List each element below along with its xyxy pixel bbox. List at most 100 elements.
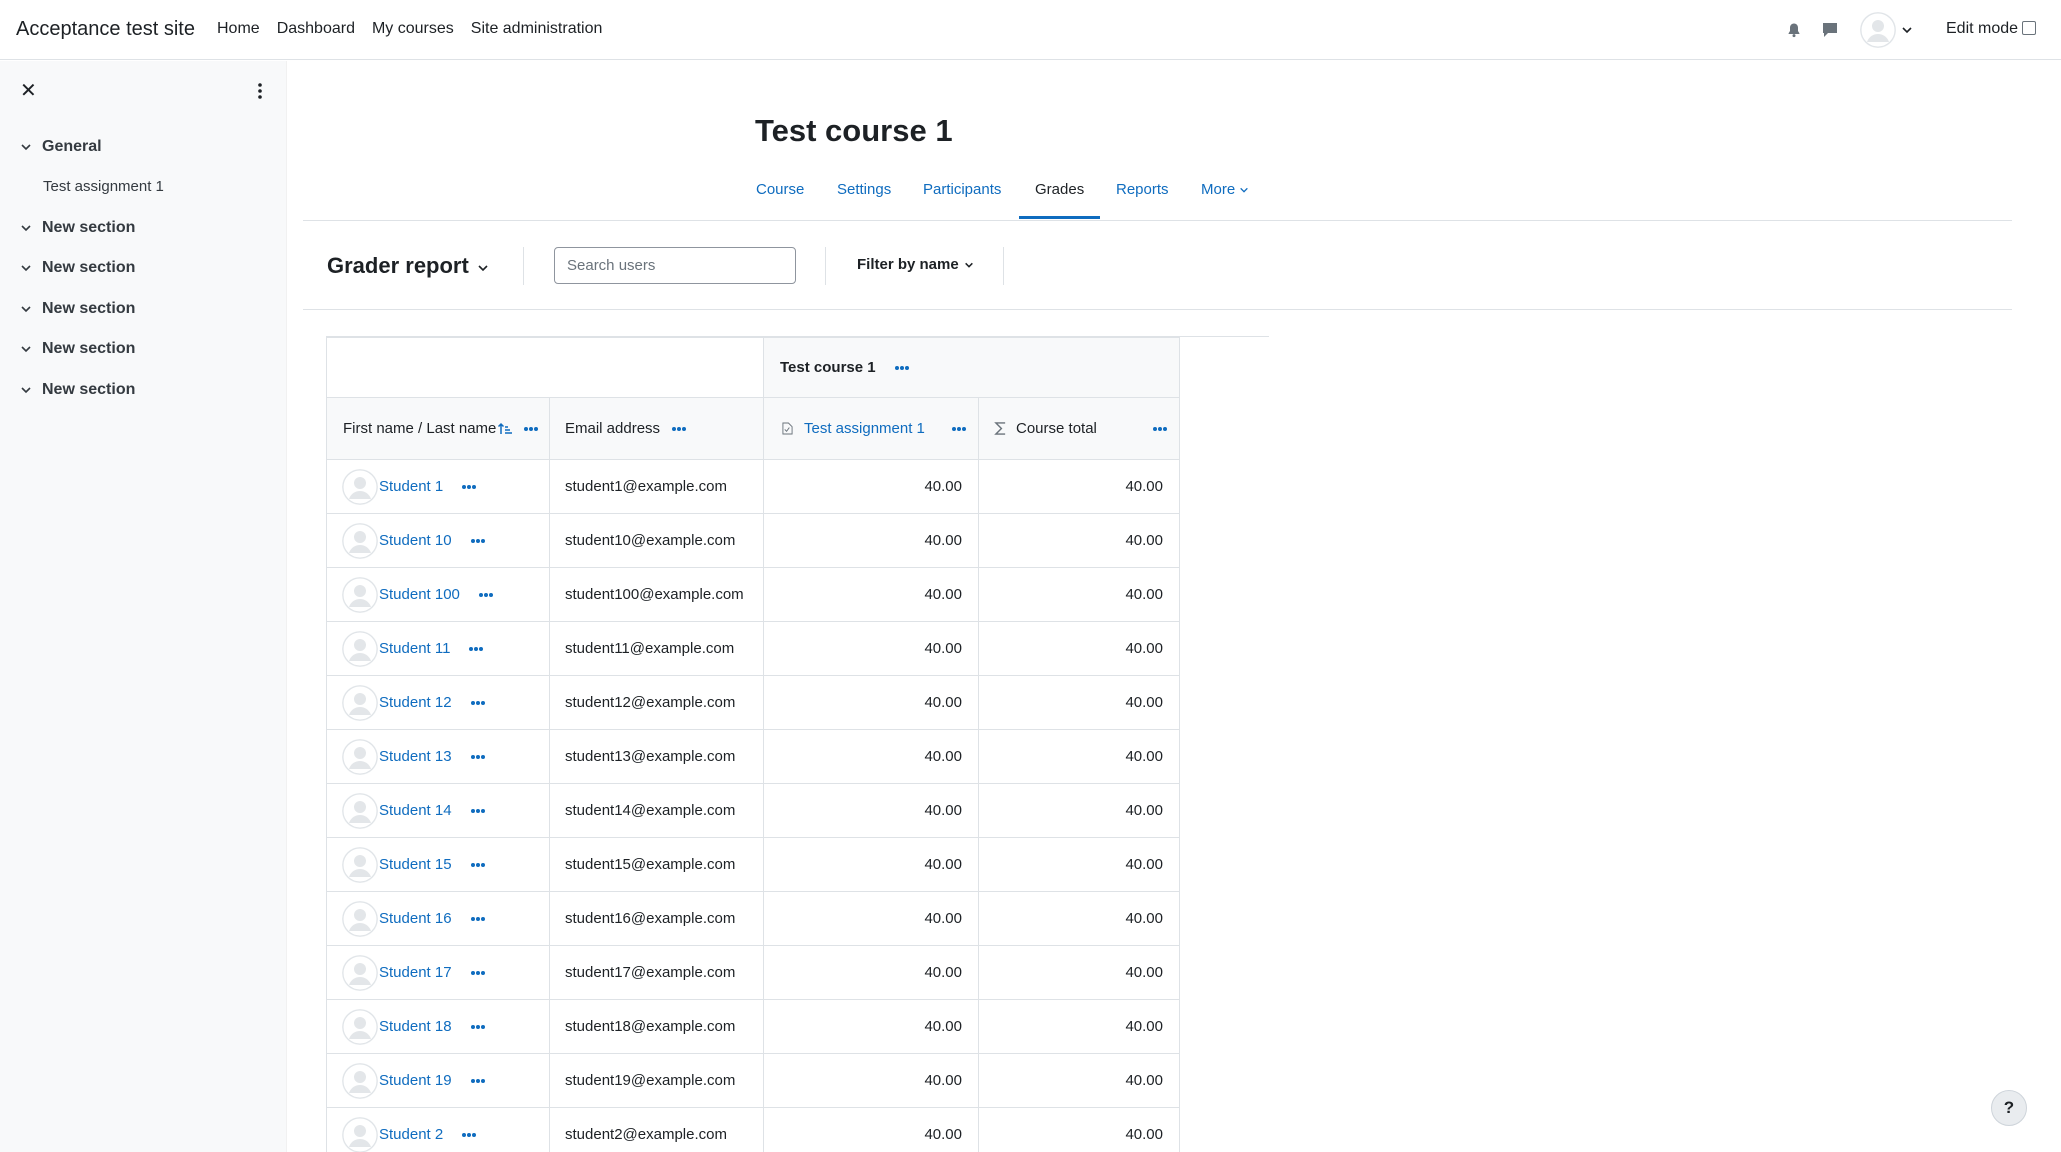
more-dots-icon[interactable] (671, 426, 687, 432)
help-button[interactable]: ? (1991, 1090, 2027, 1126)
more-dots-icon[interactable] (461, 1132, 477, 1138)
chevron-down-icon[interactable] (1901, 24, 1913, 36)
filter-by-name-button[interactable]: Filter by name (857, 256, 974, 273)
assignment-grade-cell[interactable]: 40.00 (763, 567, 979, 622)
bell-icon[interactable] (1786, 22, 1802, 38)
assignment-grade-cell[interactable]: 40.00 (763, 999, 979, 1054)
assignment-grade-cell[interactable]: 40.00 (763, 1053, 979, 1108)
more-dots-icon[interactable] (1152, 426, 1168, 432)
tab-participants[interactable]: Participants (923, 181, 1001, 198)
avatar[interactable] (342, 468, 378, 505)
tab-course[interactable]: Course (756, 181, 804, 198)
close-icon[interactable]: ✕ (20, 81, 37, 101)
student-name-link[interactable]: Student 17 (379, 964, 452, 981)
drawer-section-new-4[interactable]: New section (20, 340, 135, 358)
student-name-link[interactable]: Student 13 (379, 748, 452, 765)
student-name-link[interactable]: Student 19 (379, 1072, 452, 1089)
search-users-input[interactable] (554, 247, 796, 284)
avatar[interactable] (342, 684, 378, 721)
toolbar-divider (825, 247, 826, 285)
chevron-down-icon[interactable] (20, 222, 32, 234)
nav-my-courses[interactable]: My courses (372, 20, 454, 38)
nav-site-administration[interactable]: Site administration (471, 20, 603, 38)
assignment-grade-cell[interactable]: 40.00 (763, 891, 979, 946)
kebab-icon[interactable] (255, 81, 265, 101)
more-dots-icon[interactable] (470, 970, 486, 976)
drawer-section-new-5[interactable]: New section (20, 381, 135, 399)
more-dots-icon[interactable] (470, 538, 486, 544)
more-dots-icon[interactable] (470, 916, 486, 922)
grade-rows: Student 1 student1@example.com 40.00 40.00 S… (326, 459, 1180, 1152)
avatar[interactable] (342, 846, 378, 883)
more-dots-icon[interactable] (894, 365, 910, 371)
more-dots-icon[interactable] (951, 426, 967, 432)
drawer-section-new-3[interactable]: New section (20, 300, 135, 318)
assignment-grade-cell[interactable]: 40.00 (763, 459, 979, 514)
chevron-down-icon[interactable] (20, 343, 32, 355)
table-row: Student 10 student10@example.com 40.00 40.0… (326, 513, 1180, 568)
site-name[interactable]: Acceptance test site (16, 18, 195, 41)
drawer-section-general[interactable]: General (20, 138, 102, 156)
assignment-grade-cell[interactable]: 40.00 (763, 729, 979, 784)
student-name-link[interactable]: Student 2 (379, 1126, 443, 1143)
tab-more[interactable]: More (1201, 181, 1249, 198)
student-name-link[interactable]: Student 100 (379, 586, 460, 603)
more-dots-icon[interactable] (468, 646, 484, 652)
chevron-down-icon[interactable] (20, 384, 32, 396)
header-assignment-link[interactable]: Test assignment 1 (804, 420, 925, 437)
drawer-activity-test-assignment[interactable]: Test assignment 1 (43, 178, 164, 195)
student-name-link[interactable]: Student 10 (379, 532, 452, 549)
user-avatar-icon[interactable] (1860, 12, 1896, 48)
student-name-link[interactable]: Student 12 (379, 694, 452, 711)
assignment-grade-cell[interactable]: 40.00 (763, 945, 979, 1000)
name-cell: Student 18 (326, 999, 550, 1054)
student-name-link[interactable]: Student 11 (379, 640, 450, 657)
tab-grades[interactable]: Grades (1035, 181, 1084, 198)
avatar[interactable] (342, 900, 378, 937)
avatar[interactable] (342, 1062, 378, 1099)
avatar[interactable] (342, 954, 378, 991)
assignment-grade-cell[interactable]: 40.00 (763, 675, 979, 730)
more-dots-icon[interactable] (470, 862, 486, 868)
edit-mode-toggle[interactable] (2022, 21, 2036, 35)
more-dots-icon[interactable] (470, 700, 486, 706)
student-name-link[interactable]: Student 15 (379, 856, 452, 873)
more-dots-icon[interactable] (470, 1024, 486, 1030)
assignment-grade-cell[interactable]: 40.00 (763, 783, 979, 838)
nav-dashboard[interactable]: Dashboard (277, 20, 355, 38)
tab-settings[interactable]: Settings (837, 181, 891, 198)
course-secondary-navigation: Course Settings Participants Grades Repo… (303, 171, 2012, 221)
assignment-grade-cell[interactable]: 40.00 (763, 621, 979, 676)
student-name-link[interactable]: Student 1 (379, 478, 443, 495)
assignment-grade-cell[interactable]: 40.00 (763, 1107, 979, 1152)
avatar[interactable] (342, 792, 378, 829)
chevron-down-icon[interactable] (20, 262, 32, 274)
drawer-section-new-2[interactable]: New section (20, 259, 135, 277)
sort-icon[interactable] (497, 421, 513, 437)
avatar[interactable] (342, 576, 378, 613)
more-dots-icon[interactable] (470, 1078, 486, 1084)
nav-home[interactable]: Home (217, 20, 260, 38)
avatar[interactable] (342, 630, 378, 667)
avatar[interactable] (342, 738, 378, 775)
avatar[interactable] (342, 1008, 378, 1045)
more-dots-icon[interactable] (461, 484, 477, 490)
avatar[interactable] (342, 522, 378, 559)
student-name-link[interactable]: Student 14 (379, 802, 452, 819)
student-name-link[interactable]: Student 18 (379, 1018, 452, 1035)
chevron-down-icon[interactable] (20, 303, 32, 315)
more-dots-icon[interactable] (470, 754, 486, 760)
chat-icon[interactable] (1821, 21, 1839, 39)
student-name-link[interactable]: Student 16 (379, 910, 452, 927)
assignment-grade-cell[interactable]: 40.00 (763, 513, 979, 568)
report-selector[interactable]: Grader report (327, 253, 489, 279)
avatar[interactable] (342, 1116, 378, 1152)
more-dots-icon[interactable] (523, 426, 539, 432)
tab-reports[interactable]: Reports (1116, 181, 1169, 198)
header-name-label[interactable]: First name / Last name (343, 420, 496, 437)
drawer-section-new-1[interactable]: New section (20, 219, 135, 237)
chevron-down-icon[interactable] (20, 141, 32, 153)
more-dots-icon[interactable] (478, 592, 494, 598)
more-dots-icon[interactable] (470, 808, 486, 814)
assignment-grade-cell[interactable]: 40.00 (763, 837, 979, 892)
